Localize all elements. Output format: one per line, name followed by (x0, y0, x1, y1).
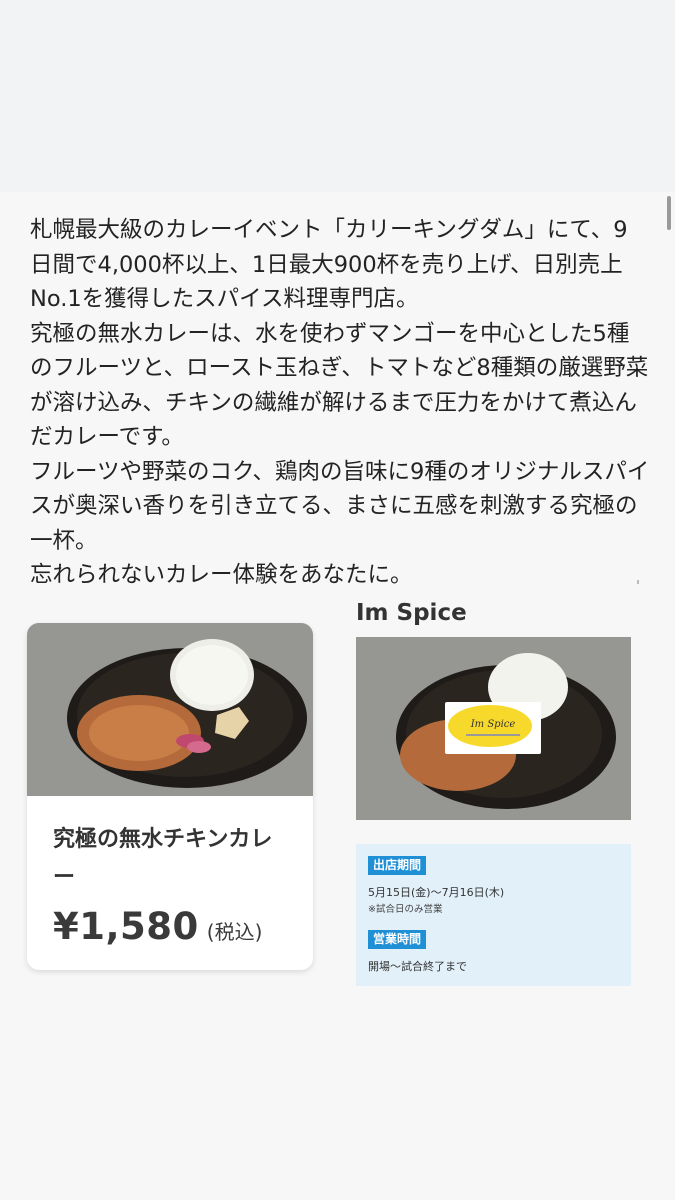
curry-photo (27, 623, 313, 796)
divider-dot (637, 580, 639, 584)
intro-paragraph-2: 究極の無水カレーは、水を使わずマンゴーを中心とした5種のフルーツと、ロースト玉ね… (30, 320, 649, 451)
schedule-value: 5月15日(金)〜7月16日(木) (368, 886, 505, 899)
shop-logo-text: Im Spice (470, 719, 516, 730)
shop-photo: Im Spice (356, 637, 631, 820)
tax-note: (税込) (206, 920, 263, 944)
product-name: 究極の無水チキンカレー (53, 827, 273, 890)
scrollbar[interactable] (667, 196, 671, 230)
intro-text: 札幌最大級のカレーイベント「カリーキングダム」にて、9日間で4,000杯以上、1… (30, 213, 650, 593)
hours-value: 開場〜試合終了まで (368, 960, 467, 973)
product-card[interactable]: 究極の無水チキンカレー ¥1,580 (税込) (27, 623, 313, 970)
intro-paragraph-3: フルーツや野菜のコク、鶏肉の旨味に9種のオリジナルスパイスが奥深い香りを引き立て… (30, 458, 650, 554)
schedule-label: 出店期間 (368, 856, 427, 875)
hours-label: 営業時間 (368, 930, 427, 949)
shop-info-box: 出店期間 5月15日(金)〜7月16日(木) ※試合日のみ営業 営業時間 開場〜… (356, 844, 631, 986)
price-row: ¥1,580 (税込) (53, 905, 262, 948)
schedule-note: ※試合日のみ営業 (368, 904, 443, 915)
intro-paragraph-4: 忘れられないカレー体験をあなたに。 (30, 562, 413, 588)
intro-paragraph-1: 札幌最大級のカレーイベント「カリーキングダム」にて、9日間で4,000杯以上、1… (30, 217, 628, 312)
shop-name: Im Spice (356, 600, 467, 626)
product-price: ¥1,580 (53, 905, 199, 948)
